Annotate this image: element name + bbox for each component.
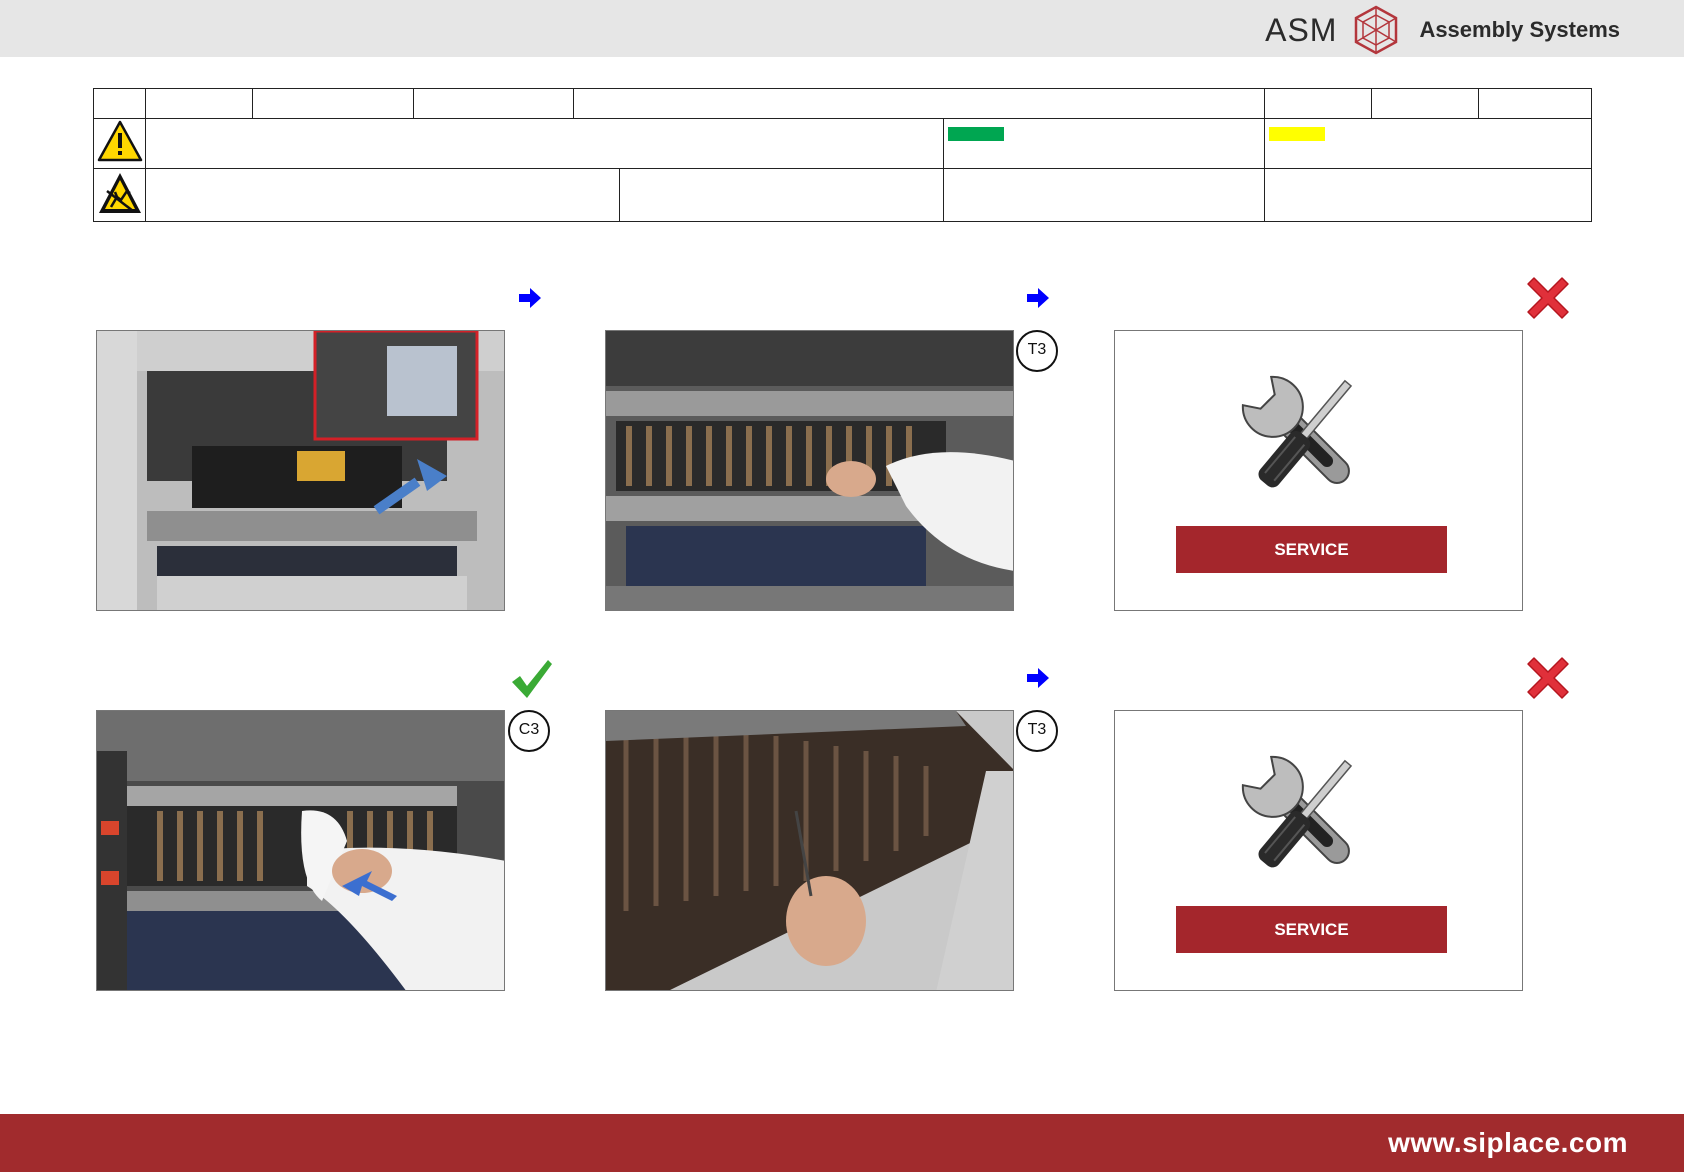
next-step-arrow-icon <box>1027 288 1049 308</box>
table-cell <box>1264 88 1373 119</box>
table-cell <box>252 88 414 119</box>
service-tools-icon <box>1241 755 1353 868</box>
footer-url-link[interactable]: www.siplace.com <box>1388 1127 1628 1159</box>
info-table-header-row <box>93 88 1593 119</box>
table-cell <box>942 118 1266 169</box>
tool-badge-c3: C3 <box>507 709 551 753</box>
table-cell <box>93 168 146 222</box>
info-table <box>93 88 1593 222</box>
esd-warning-icon <box>98 172 141 213</box>
tool-badge-t3: T3 <box>1015 329 1059 373</box>
not-allowed-cross-icon <box>1527 277 1569 319</box>
service-label: SERVICE <box>1176 906 1447 953</box>
warning-triangle-icon <box>97 120 142 162</box>
table-cell <box>145 88 253 119</box>
service-tools-icon <box>1241 375 1353 488</box>
service-panel: SERVICE <box>1114 710 1523 991</box>
table-cell <box>145 168 620 222</box>
tweezers-inspection-photo <box>605 710 1014 991</box>
table-cell <box>413 88 574 119</box>
tool-badge-t3: T3 <box>1015 709 1059 753</box>
next-step-arrow-icon <box>1027 668 1049 688</box>
table-cell <box>942 168 1266 222</box>
info-table-warning-row <box>93 118 1593 169</box>
info-table-esd-row <box>93 168 1593 222</box>
ok-checkmark-icon <box>512 660 552 698</box>
wipe-cleaning-photo <box>96 710 505 991</box>
logo-subtitle: Assembly Systems <box>1419 17 1620 42</box>
table-cell <box>1371 88 1480 119</box>
table-cell <box>93 118 146 169</box>
asm-logo: ASM Assembly Systems <box>1265 5 1620 55</box>
table-cell <box>1478 88 1593 119</box>
table-cell <box>1264 168 1593 222</box>
green-status-swatch <box>948 127 1004 141</box>
footer-bar: www.siplace.com <box>0 1114 1684 1172</box>
table-cell <box>619 168 944 222</box>
next-step-arrow-icon <box>519 288 541 308</box>
service-panel: SERVICE <box>1114 330 1523 611</box>
asm-logo-icon <box>1355 5 1398 55</box>
service-label: SERVICE <box>1176 526 1447 573</box>
logo-text: ASM <box>1265 11 1338 48</box>
header-bar: ASM Assembly Systems <box>0 0 1684 57</box>
not-allowed-cross-icon <box>1527 657 1569 699</box>
table-cell <box>1264 118 1593 169</box>
table-cell <box>145 118 944 169</box>
nozzle-changer-pick-photo <box>605 330 1014 611</box>
machine-cover-open-photo <box>96 330 505 611</box>
table-cell <box>572 88 1266 119</box>
yellow-status-swatch <box>1269 127 1326 141</box>
table-cell <box>93 88 146 119</box>
